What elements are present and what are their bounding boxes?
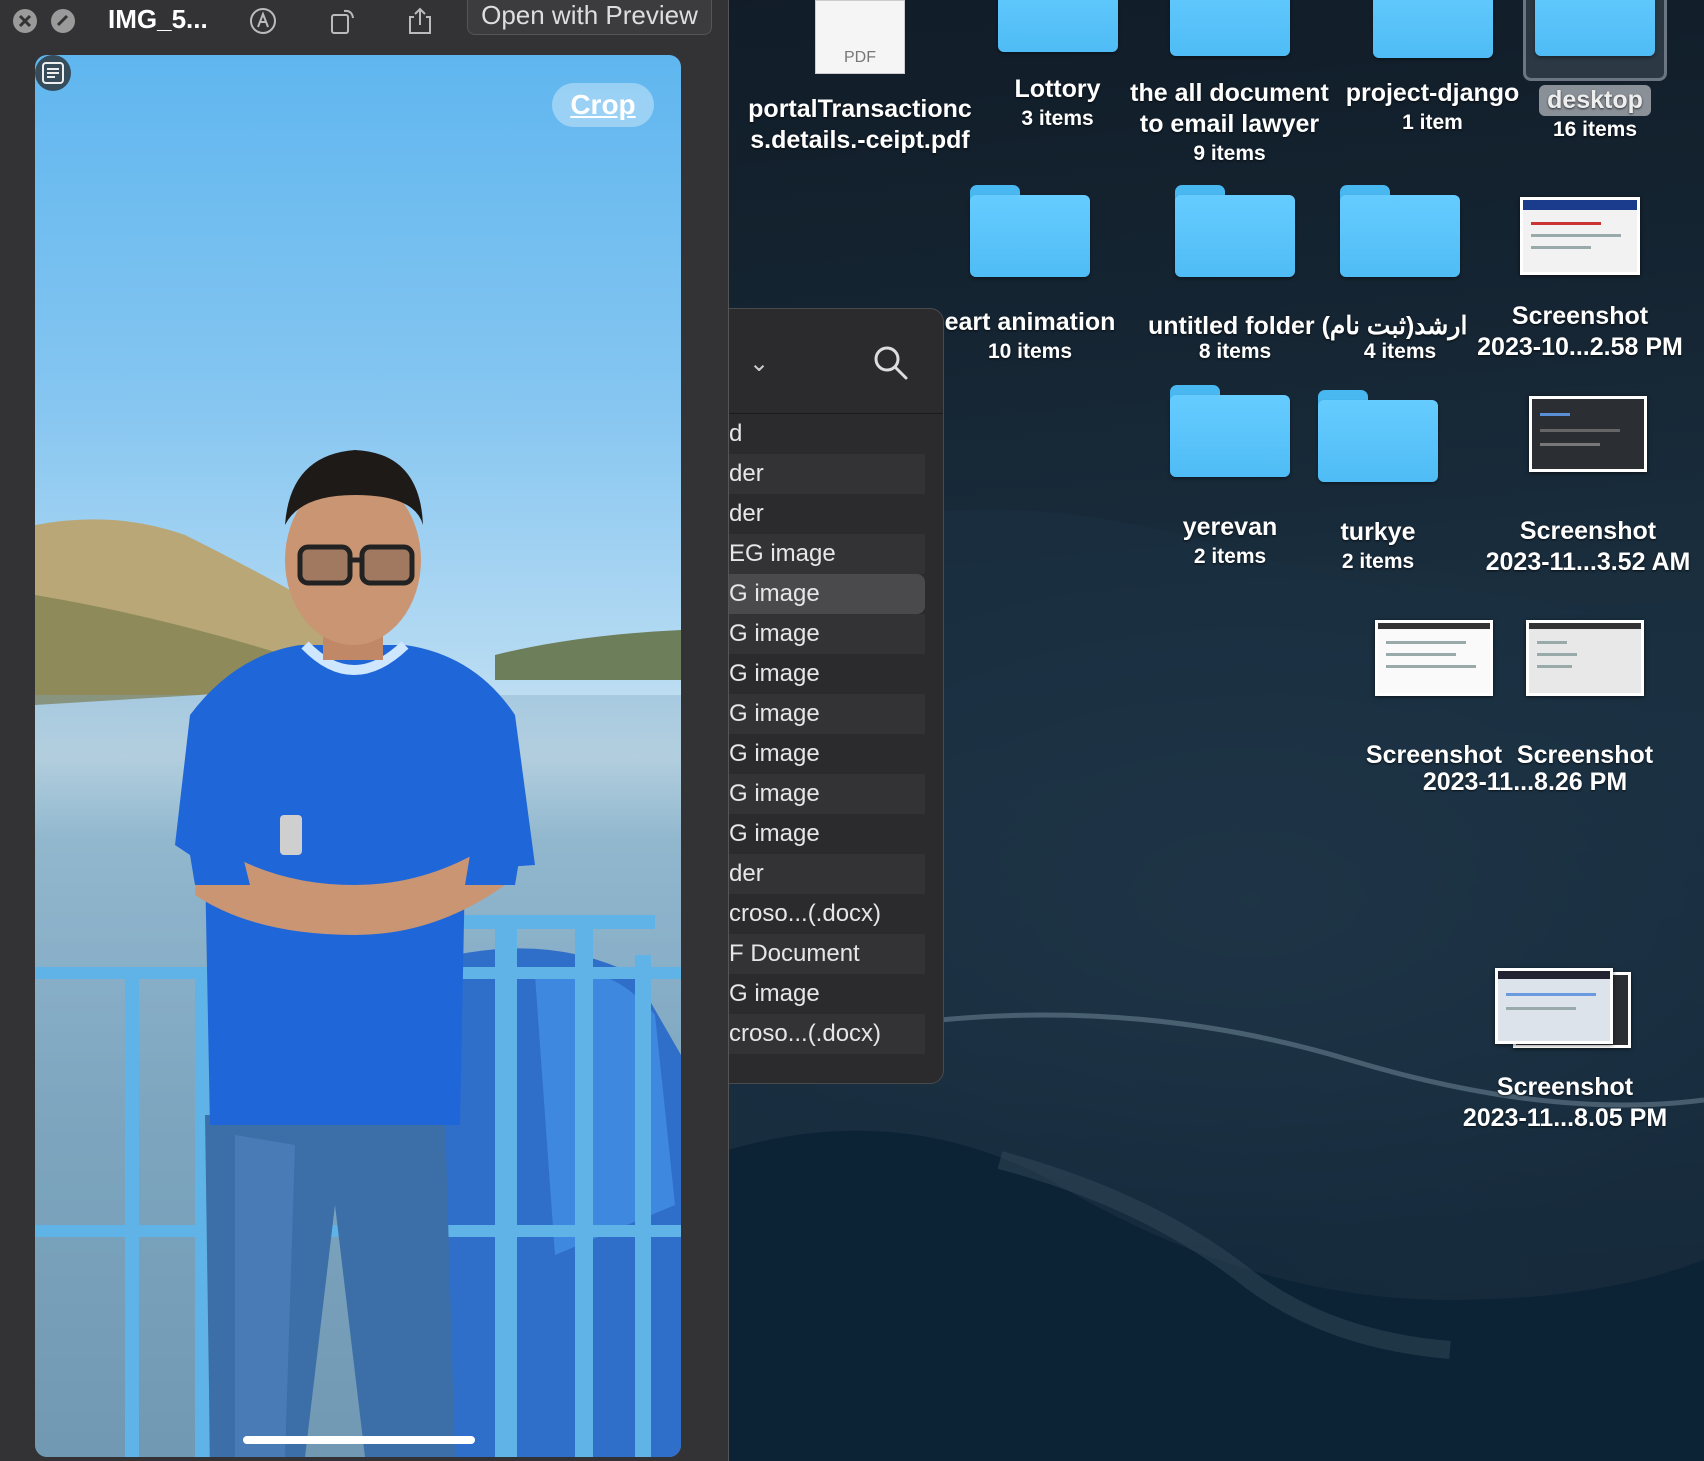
desktop-screenshot-4[interactable]: Screenshot bbox=[1465, 620, 1704, 771]
item-label-line2: 2023-10...2.58 PM bbox=[1477, 333, 1683, 361]
list-item-selected[interactable]: G image bbox=[721, 574, 925, 614]
item-count: 2 items bbox=[1341, 550, 1415, 573]
photo-preview: Crop bbox=[35, 55, 681, 1457]
item-label-line2: 2023-11...3.52 AM bbox=[1485, 548, 1691, 576]
folder-icon bbox=[1318, 390, 1438, 482]
markup-icon[interactable] bbox=[248, 6, 278, 36]
open-with-preview-button[interactable]: Open with Preview bbox=[467, 0, 712, 35]
screenshot-thumbnail bbox=[1520, 197, 1640, 275]
desktop-screenshot-2[interactable]: Screenshot 2023-11...3.52 AM bbox=[1478, 396, 1698, 578]
item-label-line2: to email lawyer bbox=[1139, 110, 1320, 138]
list-item[interactable]: der bbox=[721, 494, 925, 534]
desktop-folder-turkye[interactable]: turkye 2 items bbox=[1288, 390, 1468, 576]
item-count: 16 items bbox=[1552, 118, 1638, 141]
item-label: turkye bbox=[1340, 518, 1416, 546]
folder-icon bbox=[1372, 0, 1493, 58]
item-label: desktop bbox=[1539, 85, 1651, 116]
item-count: 8 items bbox=[1198, 340, 1272, 363]
desktop-screenshot-5[interactable]: Screenshot 2023-11...8.05 PM bbox=[1450, 968, 1680, 1134]
list-item[interactable]: F Document bbox=[721, 934, 925, 974]
photo-image bbox=[35, 450, 681, 1457]
desktop-screenshot-1[interactable]: Screenshot 2023-10...2.58 PM bbox=[1470, 197, 1690, 363]
selection-frame bbox=[1523, 0, 1667, 81]
item-count: 4 items bbox=[1363, 340, 1437, 363]
screenshot-thumbnail bbox=[1526, 620, 1644, 696]
list-item[interactable]: G image bbox=[721, 654, 925, 694]
crop-button[interactable]: Crop bbox=[552, 83, 654, 127]
close-icon[interactable] bbox=[10, 6, 40, 36]
desktop-folder-arshad[interactable]: 4 items bbox=[1310, 185, 1490, 366]
share-icon[interactable] bbox=[405, 6, 435, 36]
list-item[interactable]: EG image bbox=[721, 534, 925, 574]
list-item[interactable]: G image bbox=[721, 614, 925, 654]
folder-icon bbox=[1340, 185, 1460, 277]
item-count: 10 items bbox=[987, 340, 1073, 363]
folder-icon bbox=[1175, 185, 1295, 277]
list-item[interactable]: G image bbox=[721, 694, 925, 734]
folder-icon bbox=[1169, 0, 1290, 56]
desktop-folder-lottory[interactable]: Lottory 3 items bbox=[990, 0, 1125, 133]
folder-icon bbox=[1535, 0, 1655, 56]
desktop-folder-heart-animation[interactable]: eart animation 10 items bbox=[940, 185, 1120, 366]
item-label-line2: s.details.-ceipt.pdf bbox=[750, 126, 970, 154]
list-item[interactable]: croso...(.docx) bbox=[721, 1014, 925, 1054]
window-title: IMG_5... bbox=[108, 4, 208, 34]
list-item[interactable]: G image bbox=[721, 774, 925, 814]
list-item[interactable]: der bbox=[721, 454, 925, 494]
quicklook-titlebar: IMG_5... Open with Preview bbox=[0, 0, 728, 50]
chevron-down-icon[interactable]: ⌄ bbox=[749, 349, 769, 378]
finder-window: ) ⌄ d der der EG image G image G image G… bbox=[720, 308, 944, 1084]
desktop-folder-project-django[interactable]: project-django 1 item bbox=[1340, 0, 1525, 137]
folder-icon bbox=[970, 185, 1090, 277]
item-label: eart animation bbox=[944, 308, 1116, 336]
list-item[interactable]: d bbox=[721, 414, 925, 454]
item-label-line2: 2023-11...8.26 PM bbox=[1422, 768, 1628, 796]
screenshot-thumbnail bbox=[1529, 396, 1647, 472]
item-label: Screenshot bbox=[1511, 302, 1649, 330]
search-icon[interactable] bbox=[871, 343, 911, 383]
item-count: 9 items bbox=[1193, 142, 1266, 165]
list-item[interactable]: G image bbox=[721, 814, 925, 854]
item-label: portalTransactionc bbox=[748, 95, 972, 123]
list-item[interactable]: der bbox=[721, 854, 925, 894]
item-label: Screenshot bbox=[1516, 741, 1654, 769]
live-text-icon[interactable] bbox=[35, 55, 71, 91]
quicklook-window: IMG_5... Open with Preview Crop bbox=[0, 0, 729, 1461]
desktop-item-pdf[interactable]: PDF portalTransactionc s.details.-ceipt.… bbox=[725, 0, 995, 156]
list-item[interactable]: G image bbox=[721, 974, 925, 1014]
screenshot-stack bbox=[1495, 968, 1635, 1048]
folder-icon bbox=[997, 0, 1118, 52]
finder-toolbar: ) ⌄ bbox=[721, 309, 943, 414]
item-label: Screenshot bbox=[1496, 1073, 1634, 1101]
rotate-icon[interactable] bbox=[328, 6, 358, 36]
folder-icon bbox=[1170, 385, 1290, 477]
pdf-file-icon: PDF bbox=[815, 0, 905, 74]
fullscreen-icon[interactable] bbox=[48, 6, 78, 36]
finder-file-list: d der der EG image G image G image G ima… bbox=[721, 414, 943, 1054]
item-label: Screenshot bbox=[1519, 517, 1657, 545]
list-item[interactable]: croso...(.docx) bbox=[721, 894, 925, 934]
home-indicator bbox=[243, 1436, 475, 1444]
desktop-folder-all-document[interactable]: the all document to email lawyer 9 items bbox=[1122, 0, 1337, 168]
desktop-folder-desktop[interactable]: desktop 16 items bbox=[1520, 0, 1670, 144]
item-count: 1 item bbox=[1402, 111, 1463, 134]
item-count: 3 items bbox=[1021, 107, 1094, 130]
list-item[interactable]: G image bbox=[721, 734, 925, 774]
item-label-line2: 2023-11...8.05 PM bbox=[1462, 1104, 1668, 1132]
pdf-badge: PDF bbox=[844, 49, 876, 66]
